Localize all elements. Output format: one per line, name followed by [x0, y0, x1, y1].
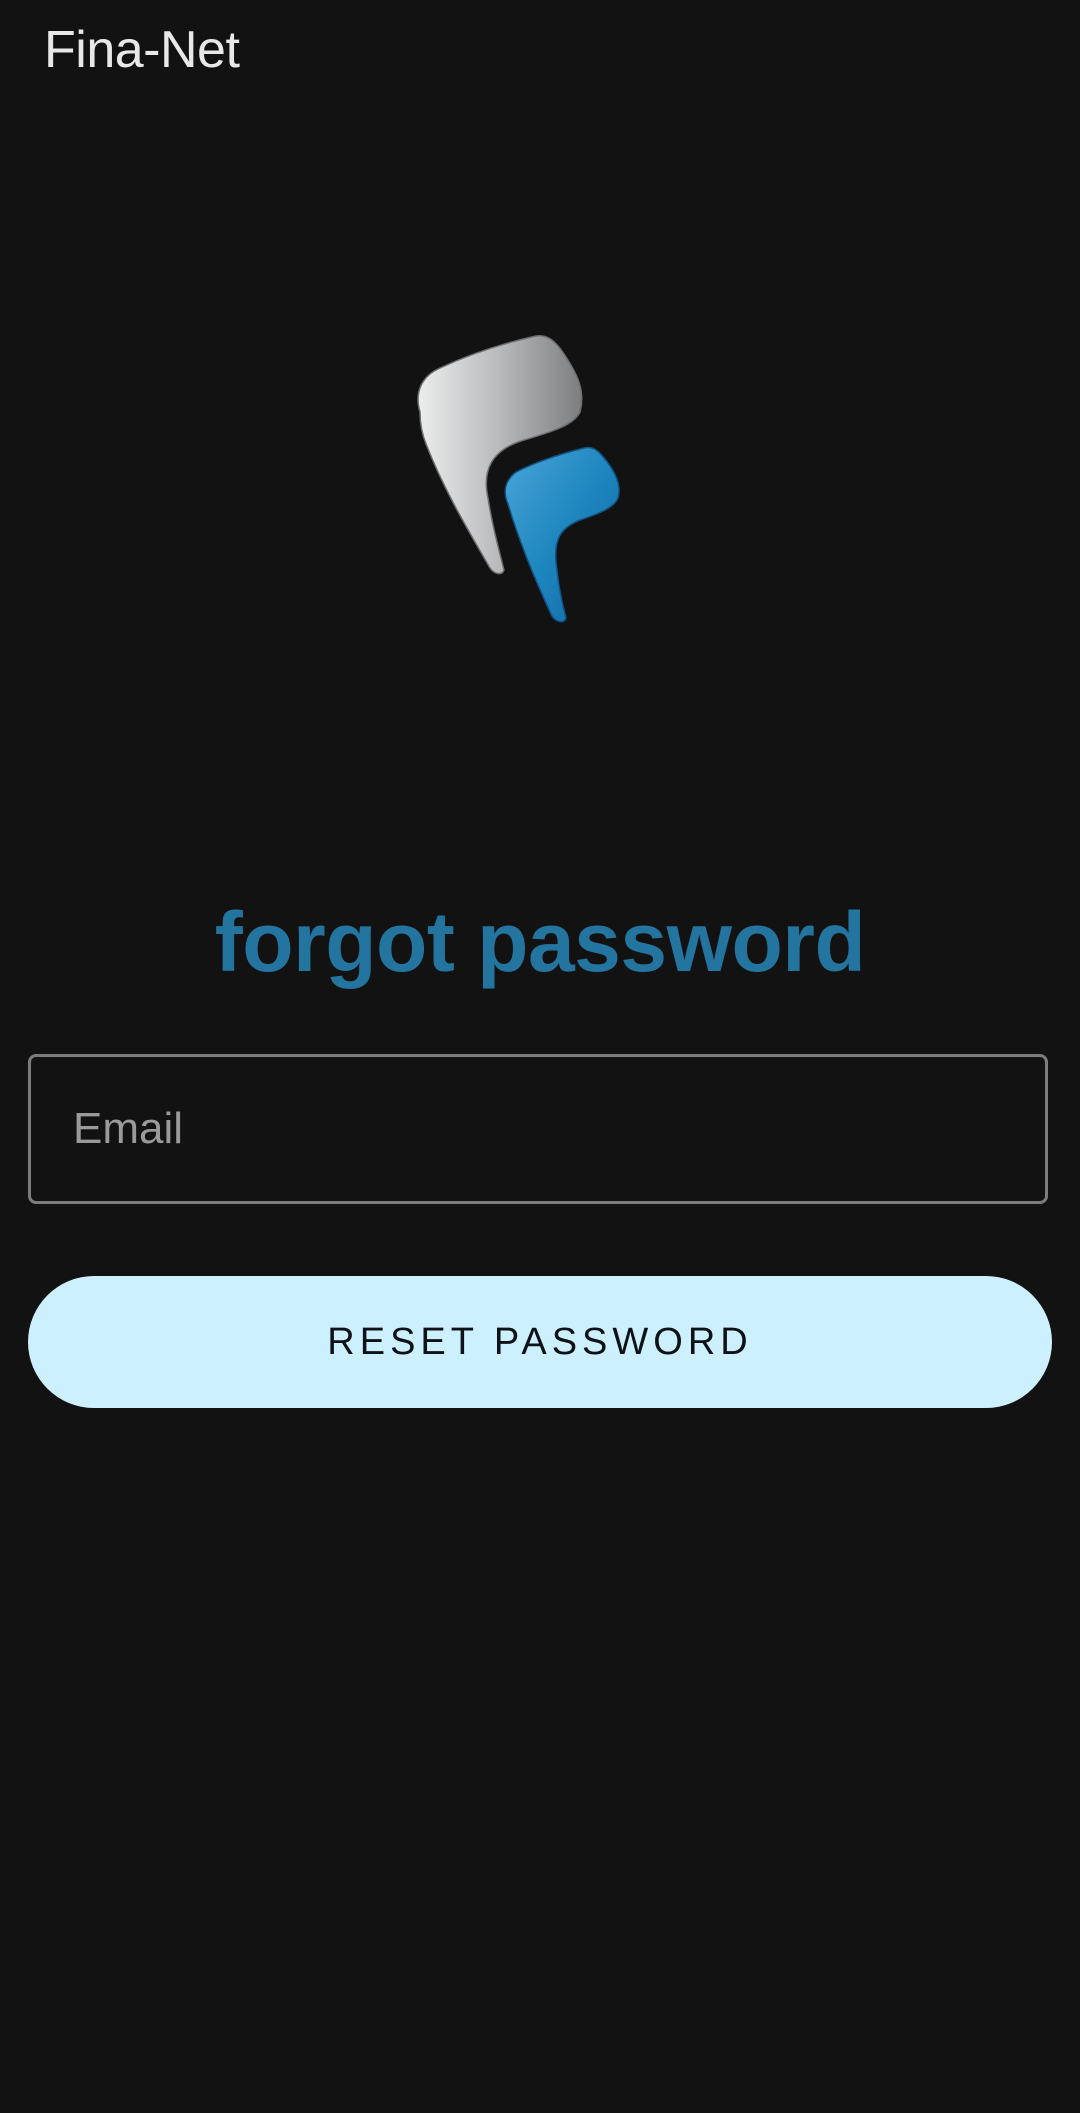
email-field[interactable]: [28, 1054, 1048, 1204]
app-title: Fina-Net: [44, 21, 240, 79]
email-input[interactable]: [31, 1057, 1045, 1201]
page-title: forgot password: [214, 895, 866, 989]
fina-net-logo: [410, 330, 640, 630]
reset-password-label: RESET PASSWORD: [327, 1320, 753, 1363]
forgot-password-screen: Fina-Net forgot password Email RESET PAS…: [0, 0, 1080, 2113]
reset-password-button[interactable]: RESET PASSWORD: [28, 1276, 1052, 1408]
